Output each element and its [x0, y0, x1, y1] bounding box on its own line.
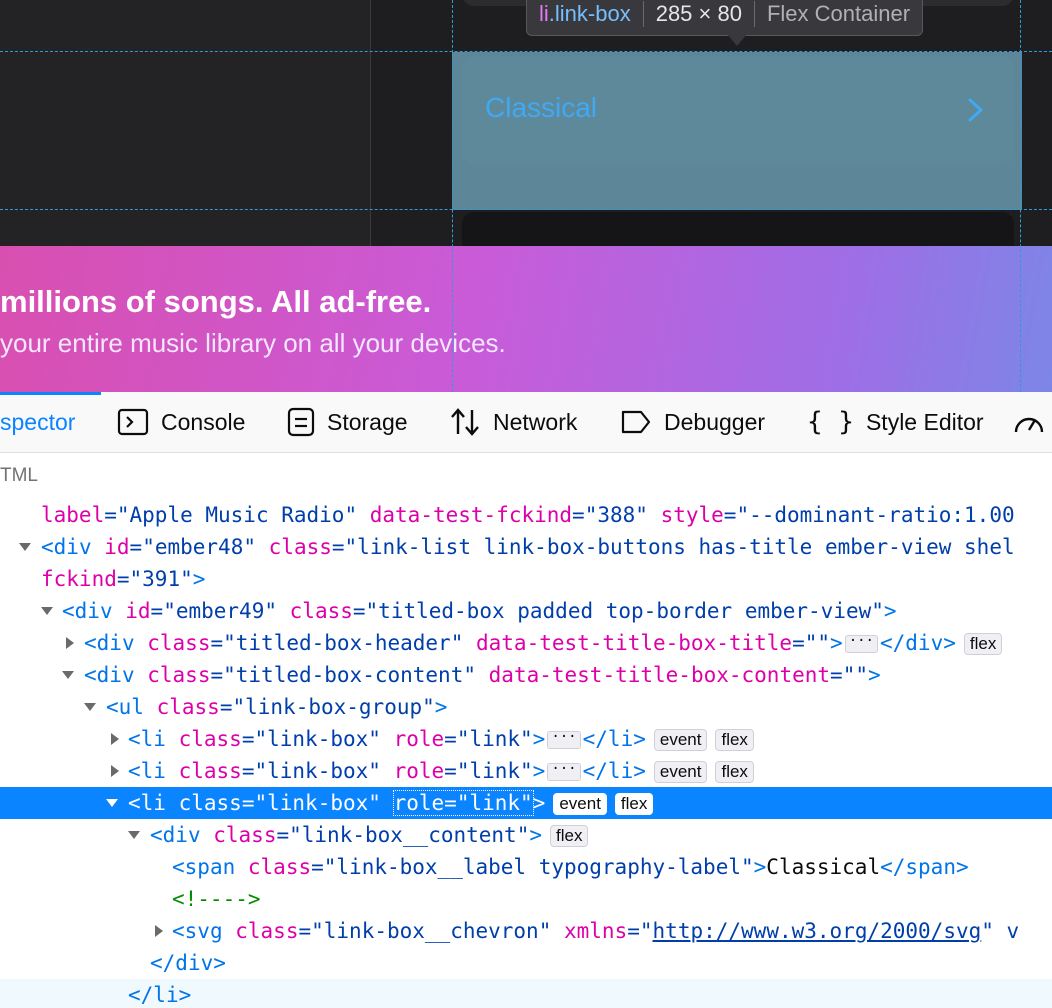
tree-row[interactable]: <!---->: [0, 883, 1052, 915]
tree-row[interactable]: <div id="ember48" class="link-list link-…: [0, 531, 1052, 563]
event-badge[interactable]: event: [553, 793, 607, 815]
twisty-closed-icon[interactable]: [111, 765, 119, 777]
infobar-tag: li: [539, 1, 549, 26]
twisty-closed-icon[interactable]: [66, 637, 74, 649]
highlight-guide-left: [452, 0, 453, 392]
flex-badge[interactable]: flex: [550, 825, 589, 847]
tab-console[interactable]: Console: [117, 392, 245, 452]
highlighter-infobar: li .link-box 285 × 80 Flex Container: [526, 0, 924, 36]
markup-tree[interactable]: label="Apple Music Radio" data-test-fcki…: [0, 499, 1052, 1008]
network-icon: [451, 408, 479, 436]
markup-breadcrumbs: TML: [0, 453, 1052, 500]
twisty-open-icon[interactable]: [106, 799, 118, 807]
tab-console-label: Console: [161, 408, 246, 435]
flex-badge[interactable]: flex: [715, 729, 754, 751]
tab-performance[interactable]: [1012, 392, 1052, 452]
collapsed-content-button[interactable]: ···: [844, 634, 878, 653]
event-badge[interactable]: event: [653, 761, 708, 783]
tree-row[interactable]: </div>: [0, 947, 1052, 979]
twisty-open-icon[interactable]: [62, 671, 74, 679]
html-section-label: TML: [0, 465, 38, 486]
tree-row[interactable]: <span class="link-box__label typography-…: [0, 851, 1052, 883]
tab-storage-label: Storage: [327, 408, 408, 435]
tab-debugger-label: Debugger: [664, 408, 766, 435]
tab-debugger[interactable]: Debugger: [620, 392, 765, 452]
flex-badge[interactable]: flex: [963, 633, 1003, 655]
performance-icon: [1014, 417, 1044, 433]
banner-subline: your entire music library on all your de…: [0, 328, 506, 358]
banner-headline: millions of songs. All ad-free.: [0, 284, 432, 319]
chevron-right-icon: [968, 98, 983, 122]
tab-network-label: Network: [493, 408, 578, 435]
infobar-class: .link-box: [548, 1, 631, 26]
selected-tab-indicator: [0, 392, 101, 395]
tab-storage[interactable]: Storage: [287, 392, 408, 452]
xmlns-link[interactable]: http://www.w3.org/2000/svg: [653, 919, 982, 943]
tree-row[interactable]: <li class="link-box" role="link"> ··· </li…: [0, 755, 1052, 787]
tree-row[interactable]: </li>: [0, 979, 1052, 1008]
infobar-separator: [642, 1, 644, 27]
flex-badge[interactable]: flex: [614, 793, 654, 815]
twisty-open-icon[interactable]: [41, 607, 53, 615]
debugger-icon: [621, 410, 651, 434]
tree-row[interactable]: <div id="ember49" class="titled-box padd…: [0, 595, 1052, 627]
promo-banner: millions of songs. All ad-free. your ent…: [0, 246, 1052, 392]
storage-icon: [287, 407, 315, 437]
infobar-dimensions: 285 × 80: [655, 1, 742, 26]
event-badge[interactable]: event: [653, 729, 708, 751]
tab-style-editor[interactable]: { } Style Editor: [807, 392, 984, 452]
highlight-guide-right: [1020, 0, 1021, 392]
tree-row[interactable]: <ul class="link-box-group">: [0, 691, 1052, 723]
page-viewport: Classical millions of songs. All ad-free…: [0, 0, 1052, 392]
tree-row[interactable]: <div class="titled-box-header" data-test…: [0, 627, 1052, 659]
link-box-label[interactable]: Classical: [485, 92, 597, 124]
highlight-guide-bottom: [0, 209, 1052, 210]
tree-row[interactable]: label="Apple Music Radio" data-test-fcki…: [0, 499, 1052, 531]
tree-row[interactable]: <svg class="link-box__chevron" xmlns="ht…: [0, 915, 1052, 947]
highlight-guide-top: [0, 51, 1052, 52]
infobar-grid-type: Flex Container: [766, 1, 911, 26]
twisty-open-icon[interactable]: [128, 831, 140, 839]
twisty-closed-icon[interactable]: [111, 733, 119, 745]
tab-network[interactable]: Network: [449, 392, 577, 452]
infobar-separator: [753, 1, 755, 27]
console-icon: [117, 408, 149, 436]
twisty-open-icon[interactable]: [19, 543, 31, 551]
devtools-toolbar: spector Console Storage Network Debugger: [0, 392, 1052, 453]
tree-row[interactable]: <div class="link-box__content"> flex: [0, 819, 1052, 851]
tree-row[interactable]: <div class="titled-box-content" data-tes…: [0, 659, 1052, 691]
tree-row[interactable]: <li class="link-box" role="link"> ··· </li…: [0, 723, 1052, 755]
flex-badge[interactable]: flex: [715, 761, 754, 783]
infobar-arrow: [727, 34, 747, 46]
tree-row-selected[interactable]: <li class="link-box" role="link"> event fl…: [0, 787, 1052, 819]
tab-inspector[interactable]: spector: [0, 392, 75, 452]
braces-icon: { }: [807, 407, 854, 437]
twisty-open-icon[interactable]: [84, 703, 96, 711]
twisty-closed-icon[interactable]: [155, 925, 163, 937]
tree-row[interactable]: fckind="391">: [0, 563, 1052, 595]
collapsed-content-button[interactable]: ···: [547, 730, 581, 749]
tab-style-editor-label: Style Editor: [865, 408, 984, 435]
collapsed-content-button[interactable]: ···: [547, 762, 581, 781]
tab-inspector-label: spector: [0, 408, 76, 435]
